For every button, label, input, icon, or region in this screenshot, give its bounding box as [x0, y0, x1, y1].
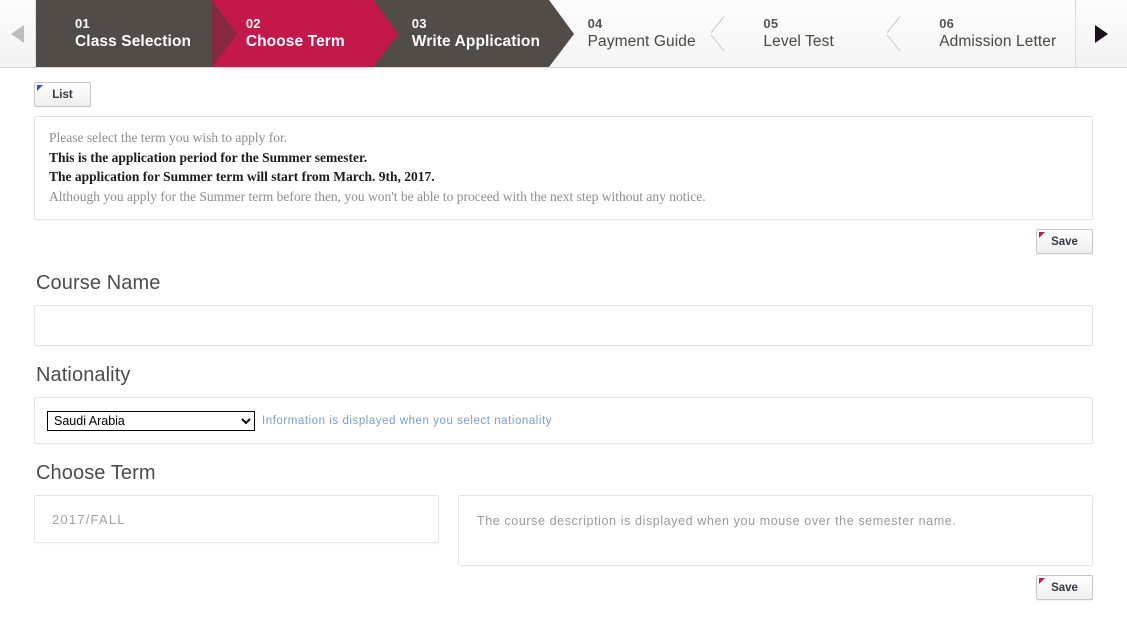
notice-line-4: Although you apply for the Summer term b… — [49, 188, 706, 204]
steps-next-button[interactable] — [1075, 0, 1127, 67]
nationality-title: Nationality — [36, 364, 131, 386]
step-number: 05 — [763, 16, 779, 31]
step-number: 02 — [245, 16, 261, 31]
steps-prev-button[interactable] — [0, 0, 36, 67]
corner-marker-icon — [37, 85, 43, 91]
step-label: Choose Term — [245, 33, 345, 50]
step-label: Write Application — [411, 33, 541, 50]
save-button-label: Save — [1051, 235, 1078, 248]
steps-track: 01 Class Selection 02 Choose Term 03 Wri… — [36, 0, 1077, 67]
step-number: 04 — [587, 16, 603, 31]
step-number: 06 — [939, 16, 955, 31]
step-item-02-active[interactable]: 02 Choose Term — [211, 0, 398, 67]
step-item-04[interactable]: 04 Payment Guide — [548, 0, 739, 67]
term-value-text: 2017/FALL — [52, 511, 126, 527]
step-label: Admission Letter — [939, 33, 1057, 50]
save-button-label: Save — [1051, 581, 1078, 594]
course-name-input[interactable] — [35, 306, 1092, 345]
nationality-hint-text: Information is displayed when you select… — [262, 414, 553, 427]
corner-marker-icon — [1039, 232, 1045, 238]
notice-line-2: This is the application period for the S… — [49, 149, 368, 165]
term-value-field[interactable]: 2017/FALL — [34, 495, 439, 543]
choose-term-title: Choose Term — [36, 462, 156, 484]
nationality-select[interactable]: Saudi Arabia — [47, 410, 255, 431]
step-item-03[interactable]: 03 Write Application — [372, 0, 574, 67]
notice-line-3: The application for Summer term will sta… — [49, 169, 435, 184]
notice-box: Please select the term you wish to apply… — [34, 116, 1093, 220]
step-item-05[interactable]: 05 Level Test — [724, 0, 915, 67]
step-label: Payment Guide — [587, 33, 696, 50]
save-button-bottom[interactable]: Save — [1036, 575, 1093, 600]
course-description-text: The course description is displayed when… — [477, 514, 957, 528]
triangle-left-icon — [11, 24, 24, 43]
step-number: 01 — [75, 16, 90, 31]
step-item-06[interactable]: 06 Admission Letter — [900, 0, 1077, 67]
choose-term-row: 2017/FALL The course description is disp… — [34, 495, 1093, 566]
save-button-top[interactable]: Save — [1036, 229, 1093, 254]
course-description-box: The course description is displayed when… — [458, 495, 1093, 566]
step-navigation-bar: 01 Class Selection 02 Choose Term 03 Wri… — [0, 0, 1127, 68]
step-label: Level Test — [763, 33, 834, 50]
save-row-top: Save — [34, 220, 1093, 254]
triangle-right-icon — [1095, 24, 1108, 43]
list-button[interactable]: List — [34, 82, 91, 107]
step-item-01[interactable]: 01 Class Selection — [36, 0, 237, 67]
course-name-field-wrapper[interactable] — [34, 305, 1093, 346]
save-row-bottom: Save — [34, 566, 1093, 600]
toolbar-top: List — [34, 68, 1093, 116]
corner-marker-icon — [1039, 578, 1045, 584]
step-label: Class Selection — [75, 33, 192, 50]
list-button-label: List — [52, 88, 73, 101]
page-content: List Please select the term you wish to … — [0, 68, 1127, 600]
course-name-title: Course Name — [36, 272, 161, 294]
step-number: 03 — [411, 16, 427, 31]
notice-line-1: Please select the term you wish to apply… — [49, 130, 288, 145]
nationality-field-wrapper: Saudi Arabia Information is displayed wh… — [34, 397, 1093, 444]
